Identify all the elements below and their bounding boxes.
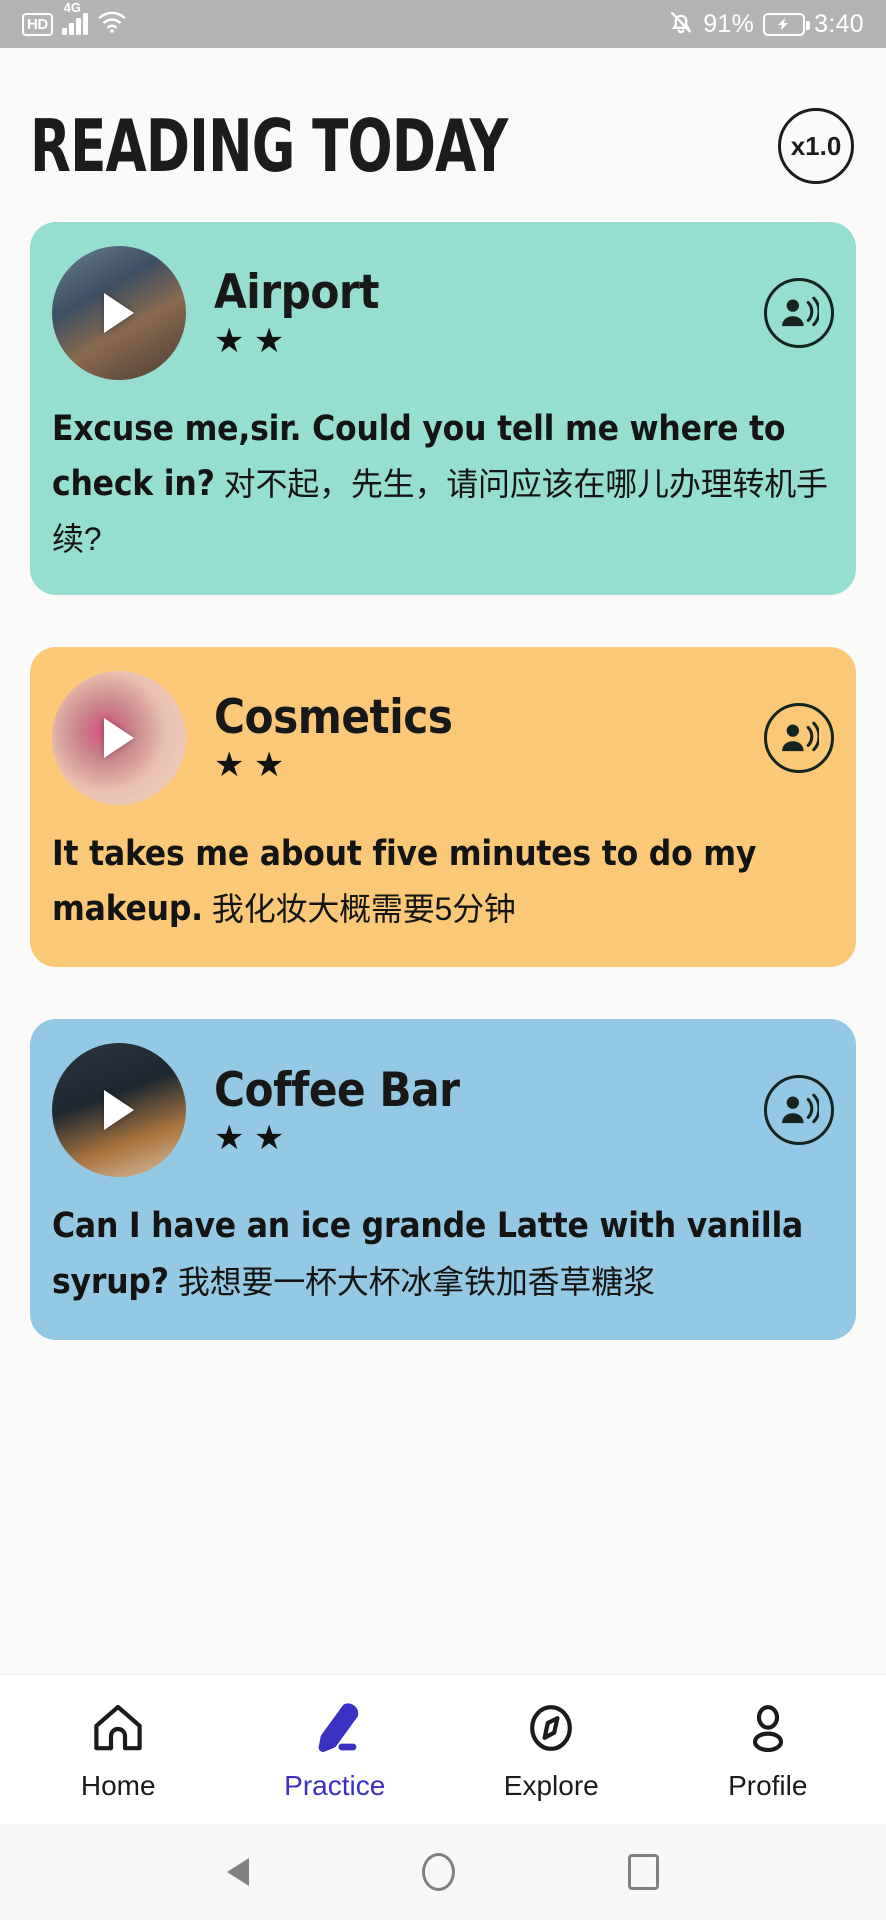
status-bar-right: 91% 3:40 bbox=[668, 8, 864, 41]
lesson-card-coffee-bar[interactable]: Coffee Bar ★ ★ Can I have an ice grande … bbox=[30, 1019, 856, 1340]
lesson-sentence: Excuse me,sir. Could you tell me where t… bbox=[52, 402, 834, 565]
status-bar-left: HD 4G bbox=[22, 0, 127, 39]
playback-speed-button[interactable]: x1.0 bbox=[778, 108, 854, 184]
nav-label: Practice bbox=[284, 1770, 386, 1801]
card-title-block: Coffee Bar ★ ★ bbox=[206, 1062, 744, 1157]
bottom-navigation: Home Practice Explore Profile bbox=[0, 1674, 886, 1824]
nav-label: Home bbox=[80, 1770, 156, 1801]
lesson-thumbnail[interactable] bbox=[52, 1043, 186, 1178]
nav-item-explore[interactable]: Explore bbox=[476, 1701, 626, 1802]
page-title: READING TODAY bbox=[30, 104, 508, 188]
play-icon[interactable] bbox=[104, 1090, 134, 1131]
network-type-label: 4G bbox=[63, 0, 82, 15]
lesson-thumbnail[interactable] bbox=[52, 670, 186, 805]
nav-item-practice[interactable]: Practice bbox=[260, 1701, 410, 1802]
android-system-nav bbox=[0, 1824, 886, 1920]
home-circle-icon[interactable] bbox=[421, 1853, 455, 1891]
record-voice-button[interactable] bbox=[764, 1075, 834, 1146]
difficulty-stars: ★ ★ bbox=[214, 746, 285, 785]
hd-icon: HD bbox=[22, 12, 53, 36]
nav-label: Explore bbox=[503, 1770, 599, 1801]
lesson-title: Cosmetics bbox=[214, 690, 453, 746]
lesson-title: Coffee Bar bbox=[214, 1062, 460, 1118]
record-voice-button[interactable] bbox=[764, 702, 834, 773]
record-voice-button[interactable] bbox=[764, 278, 834, 348]
difficulty-stars: ★ ★ bbox=[214, 1118, 285, 1157]
card-header: Coffee Bar ★ ★ bbox=[52, 1043, 834, 1178]
page-header: READING TODAY x1.0 bbox=[0, 48, 886, 222]
battery-percent-label: 91% bbox=[703, 9, 755, 38]
home-icon bbox=[90, 1701, 146, 1760]
nav-label: Profile bbox=[728, 1770, 808, 1801]
mute-bell-icon bbox=[668, 8, 694, 41]
nav-item-home[interactable]: Home bbox=[43, 1701, 193, 1802]
play-icon[interactable] bbox=[104, 293, 134, 333]
lesson-title: Airport bbox=[214, 265, 379, 321]
back-triangle-icon[interactable] bbox=[226, 1858, 249, 1886]
lesson-card-airport[interactable]: Airport ★ ★ Excuse me,sir. Could you tel… bbox=[30, 222, 856, 595]
card-title-block: Cosmetics ★ ★ bbox=[206, 690, 744, 785]
compass-icon bbox=[523, 1701, 579, 1760]
play-icon[interactable] bbox=[104, 717, 134, 758]
card-header: Airport ★ ★ bbox=[52, 246, 834, 380]
lesson-sentence: Can I have an ice grande Latte with vani… bbox=[52, 1199, 834, 1310]
status-bar: HD 4G 91% 3:40 bbox=[0, 0, 886, 48]
app-root: HD 4G 91% 3:40 READING TODAY x1.0 Airpor… bbox=[0, 0, 886, 1920]
signal-bars-icon: 4G bbox=[61, 0, 88, 35]
lesson-card-cosmetics[interactable]: Cosmetics ★ ★ It takes me about five min… bbox=[30, 646, 856, 968]
lesson-card-list: Airport ★ ★ Excuse me,sir. Could you tel… bbox=[0, 222, 886, 1674]
lesson-sentence-chinese: 我化妆大概需要5分钟 bbox=[211, 891, 516, 928]
lesson-sentence: It takes me about five minutes to do my … bbox=[52, 827, 834, 938]
lesson-sentence-chinese: 我想要一杯大杯冰拿铁加香草糖浆 bbox=[177, 1263, 655, 1300]
nav-item-profile[interactable]: Profile bbox=[693, 1701, 843, 1802]
card-title-block: Airport ★ ★ bbox=[206, 265, 744, 360]
person-icon bbox=[740, 1701, 796, 1760]
difficulty-stars: ★ ★ bbox=[214, 321, 285, 360]
clock-label: 3:40 bbox=[814, 9, 864, 38]
recents-square-icon[interactable] bbox=[628, 1854, 660, 1890]
wifi-icon bbox=[97, 10, 127, 39]
card-header: Cosmetics ★ ★ bbox=[52, 670, 834, 805]
battery-charging-icon bbox=[763, 12, 811, 36]
pen-icon bbox=[307, 1701, 363, 1760]
lesson-thumbnail[interactable] bbox=[52, 246, 186, 380]
